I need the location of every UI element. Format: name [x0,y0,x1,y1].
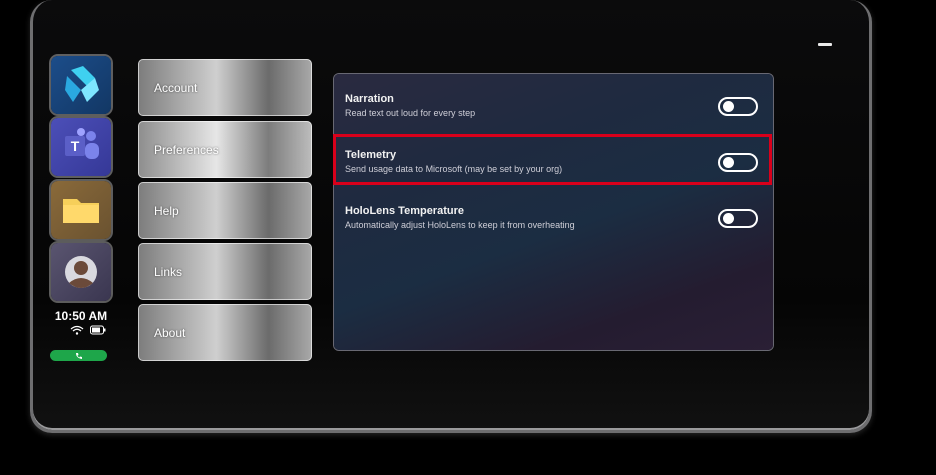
nav-label: Links [154,264,183,279]
nav-about-button[interactable]: About [138,304,312,361]
toggle-knob [723,101,734,112]
highlight-box [333,134,772,185]
nav-preferences-button[interactable]: Preferences [138,121,312,178]
profile-app-tile[interactable] [51,243,111,301]
setting-hololens-temperature: HoloLens Temperature Automatically adjus… [334,192,773,242]
hololens-temperature-toggle[interactable] [718,209,758,228]
preferences-panel: Narration Read text out loud for every s… [333,74,773,350]
folder-icon [63,199,99,223]
setting-title: Telemetry [345,149,397,161]
avatar [65,256,97,288]
files-app-tile[interactable] [51,181,111,239]
toggle-knob [723,157,734,168]
minimize-button[interactable] [818,43,832,46]
svg-text:T: T [71,138,80,154]
telemetry-toggle[interactable] [718,153,758,172]
teams-app-tile[interactable]: T [51,118,111,176]
teams-icon: T [65,128,99,159]
nav-account-button[interactable]: Account [138,59,312,116]
status-icons [70,325,106,335]
setting-title: HoloLens Temperature [345,205,464,217]
setting-description: Automatically adjust HoloLens to keep it… [345,220,575,230]
wifi-icon [70,325,84,335]
phone-icon [75,352,82,359]
nav-label: Preferences [154,142,219,157]
nav-label: About [154,325,186,340]
battery-icon [90,325,106,335]
nav-help-button[interactable]: Help [138,182,312,239]
setting-title: Narration [345,93,394,105]
nav-label: Account [154,80,198,95]
setting-narration: Narration Read text out loud for every s… [334,80,773,130]
dynamics-guides-app-tile[interactable] [51,56,111,114]
setting-description: Send usage data to Microsoft (may be set… [345,164,563,174]
setting-description: Read text out loud for every step [345,108,476,118]
toggle-knob [723,213,734,224]
setting-telemetry: Telemetry Send usage data to Microsoft (… [333,134,773,186]
narration-toggle[interactable] [718,97,758,116]
nav-links-button[interactable]: Links [138,243,312,300]
clock-time: 10:50 AM [54,309,108,323]
active-call-indicator[interactable] [50,350,107,361]
nav-label: Help [154,203,179,218]
dynamics-guides-icon [65,66,99,102]
